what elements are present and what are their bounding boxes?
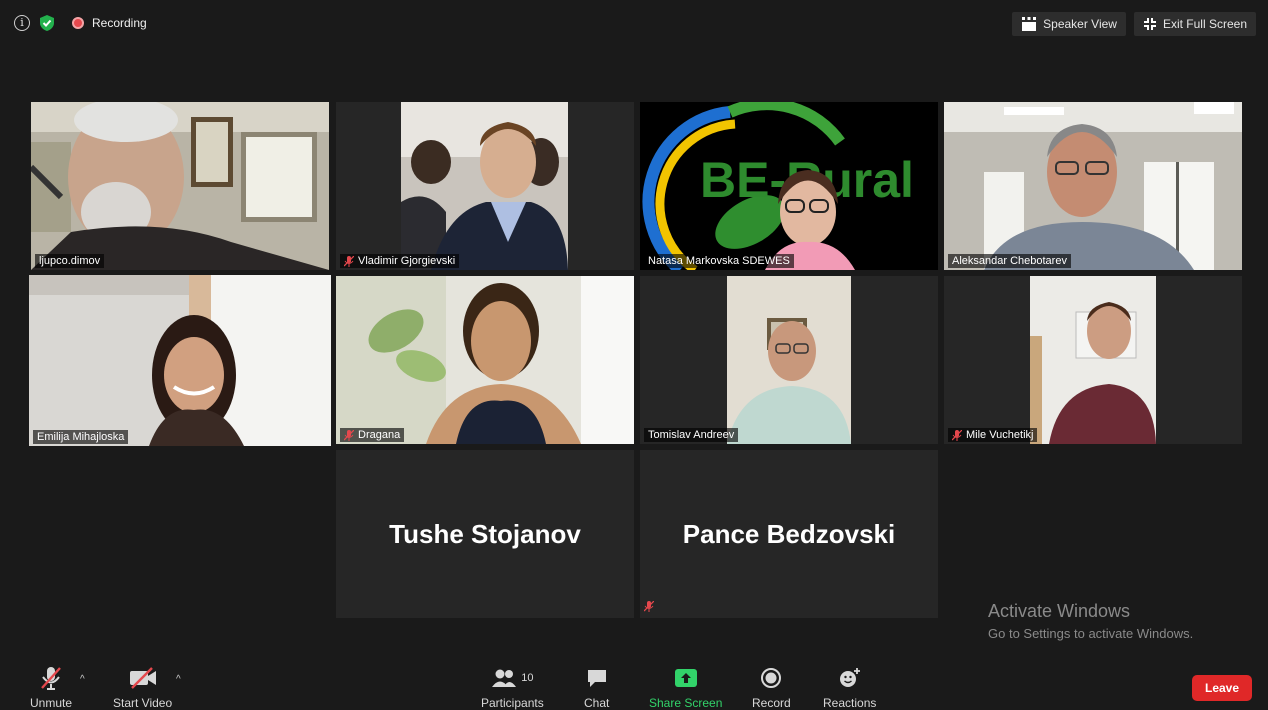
participants-count: 10 [521, 672, 534, 684]
participants-label: Participants [481, 696, 544, 710]
participant-name-label: Emilija Mihajloska [33, 430, 129, 444]
exit-fullscreen-button[interactable]: Exit Full Screen [1133, 12, 1256, 36]
muted-mic-icon [344, 255, 354, 267]
participant-name-label: Natasa Markovska SDEWES [644, 254, 794, 268]
muted-mic-icon [344, 429, 354, 441]
participant-video [336, 276, 634, 444]
record-label: Record [752, 696, 791, 710]
share-screen-label: Share Screen [649, 696, 723, 710]
video-tile-vladimir[interactable]: Vladimir Gjorgievski [336, 102, 634, 270]
audio-options-caret[interactable]: ^ [80, 674, 85, 685]
unmute-label: Unmute [30, 696, 73, 710]
recording-label: Recording [92, 16, 147, 30]
reactions-label: Reactions [823, 696, 877, 710]
video-tile-tomislav[interactable]: Tomislav Andreev [640, 276, 938, 444]
video-off-icon [129, 667, 156, 689]
reactions-button[interactable]: Reactions [823, 666, 876, 710]
chat-label: Chat [584, 696, 610, 710]
chat-icon [587, 670, 606, 687]
participants-button[interactable]: 10 Participants [481, 666, 544, 710]
view-controls: Speaker View Exit Full Screen [1012, 12, 1256, 36]
zoom-meeting-window: i Recording Speaker View Exit Full Scree… [0, 0, 1268, 710]
participant-name-label: Vladimir Gjorgievski [340, 254, 460, 268]
participant-name-label: Mile Vuchetikj [948, 428, 1038, 442]
leave-button[interactable]: Leave [1192, 675, 1252, 701]
muted-mic-icon [952, 429, 962, 441]
record-icon [761, 668, 782, 688]
participant-video: BE-Rural [640, 102, 938, 270]
video-tile-tushe[interactable]: Tushe Stojanov [336, 450, 634, 618]
start-video-label: Start Video [113, 696, 173, 710]
participant-name-label: Dragana [340, 428, 405, 442]
meeting-status-area: i Recording [14, 14, 147, 32]
record-button[interactable]: Record [752, 666, 791, 710]
exit-fullscreen-icon [1143, 18, 1156, 30]
unmute-button[interactable]: Unmute [30, 666, 72, 710]
participant-video [31, 102, 329, 270]
video-tile-pance[interactable]: Pance Bedzovski [640, 450, 938, 618]
video-tile-emilija[interactable]: Emilija Mihajloska [29, 275, 331, 446]
video-options-caret[interactable]: ^ [176, 674, 181, 685]
speaker-view-icon [1022, 17, 1037, 31]
participant-name-label: Tomislav Andreev [644, 428, 739, 442]
participant-name-display: Tushe Stojanov [389, 518, 581, 549]
participant-video [944, 276, 1242, 444]
start-video-button[interactable]: Start Video [113, 666, 172, 710]
speaker-view-label: Speaker View [1043, 17, 1117, 31]
windows-activation-watermark: Activate Windows Go to Settings to activ… [988, 601, 1193, 641]
muted-mic-icon [41, 667, 61, 690]
video-tile-aleksandar[interactable]: Aleksandar Chebotarev [944, 102, 1242, 270]
shield-check-icon[interactable] [38, 14, 56, 32]
watermark-title: Activate Windows [988, 601, 1131, 621]
watermark-subtitle: Go to Settings to activate Windows. [988, 626, 1194, 641]
video-tile-mile[interactable]: Mile Vuchetikj [944, 276, 1242, 444]
exit-fullscreen-label: Exit Full Screen [1162, 17, 1247, 31]
participant-video [944, 102, 1242, 270]
participant-video [29, 275, 331, 446]
share-screen-button[interactable]: Share Screen [649, 666, 722, 710]
participant-name-label: Aleksandar Chebotarev [948, 254, 1071, 268]
top-bar: i Recording Speaker View Exit Full Scree… [0, 6, 1268, 42]
participant-video [640, 276, 938, 444]
reactions-icon [839, 668, 860, 687]
chat-button[interactable]: Chat [584, 666, 609, 710]
recording-icon [72, 17, 84, 29]
video-tile-natasa[interactable]: BE-Rural Natasa Markovska SDEWES [640, 102, 938, 270]
participant-name-label: ljupco.dimov [35, 254, 105, 268]
video-tile-dragana[interactable]: Dragana [336, 276, 634, 444]
speaker-view-button[interactable]: Speaker View [1012, 12, 1126, 36]
participants-icon [492, 669, 517, 687]
participant-name-display: Pance Bedzovski [682, 518, 896, 549]
video-tile-ljupco[interactable]: ljupco.dimov [31, 102, 329, 270]
share-screen-icon [674, 669, 697, 687]
participant-video [336, 102, 634, 270]
muted-mic-icon [644, 601, 654, 612]
info-icon[interactable]: i [14, 15, 30, 31]
meeting-toolbar: Unmute ^ Start Video ^ 10 Participants C… [0, 660, 1268, 710]
